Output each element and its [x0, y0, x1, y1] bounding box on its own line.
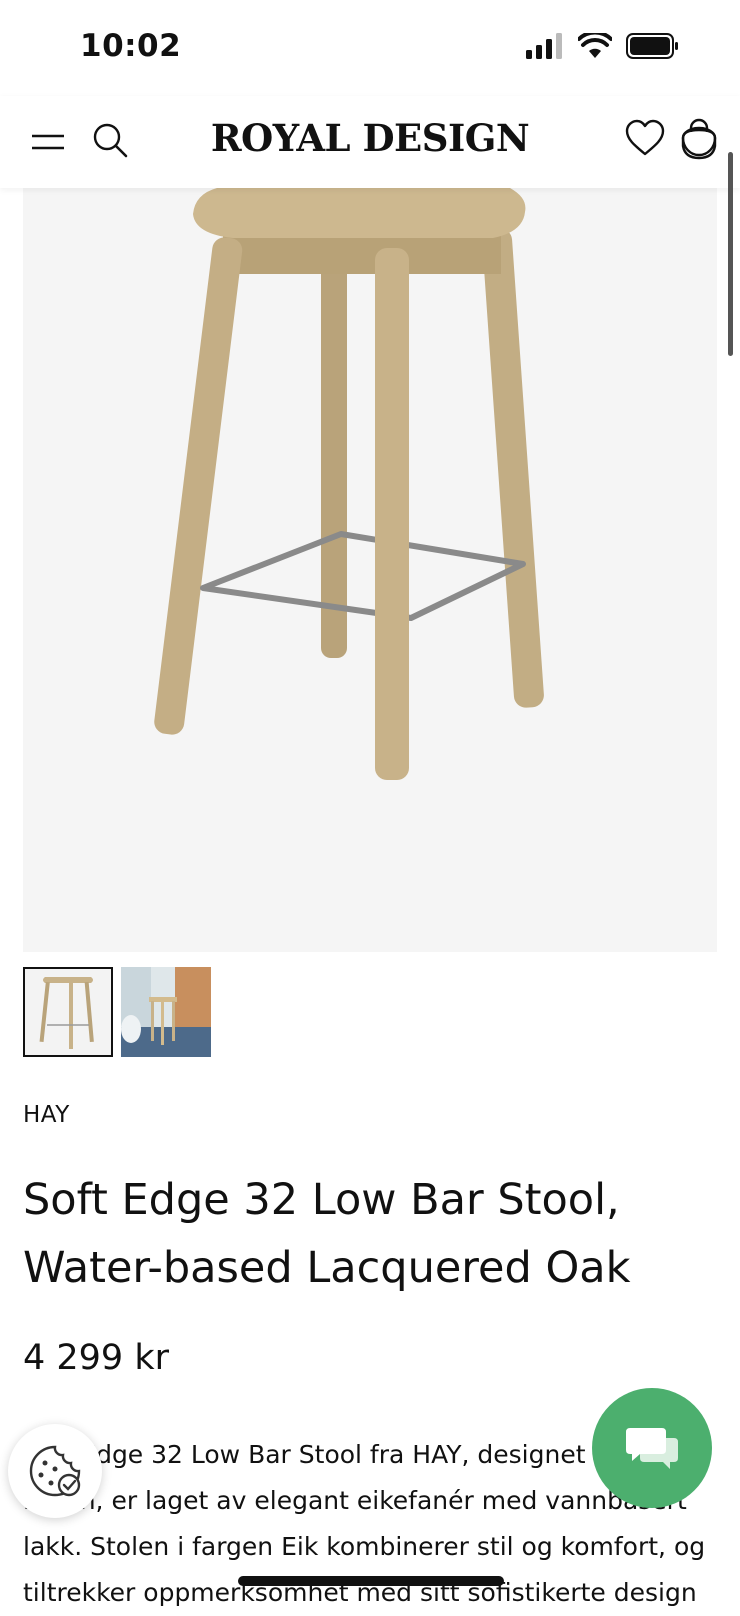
home-indicator: [238, 1576, 504, 1586]
status-time: 10:02: [80, 28, 182, 64]
kitchen-scene-thumbnail-image: [121, 967, 211, 1057]
thumbnail-list: [23, 967, 211, 1057]
site-header: ROYAL DESIGN: [0, 96, 740, 188]
cart-button[interactable]: [680, 118, 718, 160]
stool-thumbnail-image: [25, 969, 111, 1055]
chat-bubbles-icon: [626, 1428, 678, 1469]
product-brand[interactable]: HAY: [23, 1102, 70, 1128]
battery-icon: [626, 33, 678, 59]
cookie-icon: [29, 1445, 81, 1497]
status-bar: 10:02: [0, 0, 740, 96]
product-title: Soft Edge 32 Low Bar Stool, Water-based …: [23, 1175, 631, 1293]
cookie-settings-button[interactable]: [8, 1424, 102, 1518]
cellular-signal-icon: [526, 33, 562, 59]
wifi-icon: [578, 33, 612, 58]
wishlist-button[interactable]: [624, 118, 666, 160]
product-main-image[interactable]: [23, 188, 717, 952]
bar-stool-image: [154, 188, 544, 780]
thumbnail-stool-product[interactable]: [23, 967, 113, 1057]
shopping-bag-icon: [681, 118, 717, 160]
page-scrollbar[interactable]: [728, 152, 733, 356]
chat-button[interactable]: [592, 1388, 712, 1508]
product-price: 4 299 kr: [23, 1338, 169, 1378]
heart-icon: [625, 119, 665, 156]
status-icons: [526, 33, 680, 59]
thumbnail-stool-kitchen[interactable]: [121, 967, 211, 1057]
